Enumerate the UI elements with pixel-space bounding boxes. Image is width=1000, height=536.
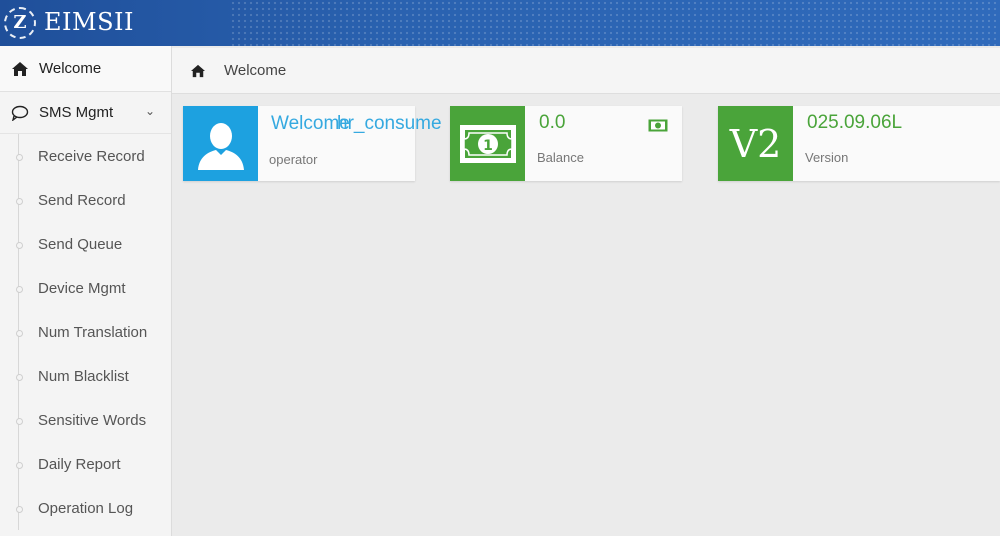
sidebar-item-label: Operation Log [38, 499, 134, 517]
sidebar-item-daily-report[interactable]: Daily Report [0, 442, 171, 486]
sidebar-item-send-record[interactable]: Send Record [0, 178, 171, 222]
version-caption: Version [805, 150, 849, 165]
header-world-pattern [230, 0, 1000, 46]
version-tile: V2 [718, 106, 793, 181]
sidebar-item-label: Device Mgmt [38, 279, 126, 297]
home-icon[interactable] [190, 62, 208, 80]
svg-text:1: 1 [483, 138, 493, 154]
sidebar-item-label: Send Queue [38, 235, 123, 253]
app-title: EIMSII [44, 8, 134, 36]
sidebar-item-label: Receive Record [38, 147, 145, 165]
chevron-down-icon: ⌄ [144, 104, 155, 118]
breadcrumb: Welcome [172, 48, 1000, 94]
sidebar-group-sms-mgmt[interactable]: SMS Mgmt ⌄ [0, 92, 171, 134]
balance-value: 0.0 [539, 112, 566, 133]
user-avatar-icon [183, 106, 258, 181]
app-logo-icon: Z [4, 7, 36, 39]
top-header: Z EIMSII [0, 0, 1000, 46]
sidebar-item-device-mgmt[interactable]: Device Mgmt [0, 266, 171, 310]
sidebar-item-label: Send Record [38, 191, 126, 209]
sidebar-group-label: SMS Mgmt [39, 104, 114, 121]
chat-icon [10, 103, 30, 123]
operator-caption: operator [269, 152, 318, 167]
breadcrumb-label: Welcome [224, 62, 287, 79]
balance-caption: Balance [537, 150, 584, 165]
version-card: V2 025.09.06L Version [718, 106, 1000, 181]
sidebar-item-operation-log[interactable]: Operation Log [0, 486, 171, 530]
home-icon [10, 59, 30, 79]
sidebar-item-label: Num Translation [38, 323, 148, 341]
sidebar-item-label: Num Blacklist [38, 367, 129, 385]
sidebar-item-num-blacklist[interactable]: Num Blacklist [0, 354, 171, 398]
money-icon: 1 [450, 106, 525, 181]
version-value: 025.09.06L [807, 112, 903, 133]
operator-name: hr_consume [337, 113, 442, 134]
sidebar: Welcome SMS Mgmt ⌄ Receive Record Send R… [0, 46, 172, 536]
sidebar-item-label: Sensitive Words [38, 411, 147, 429]
sidebar-item-num-translation[interactable]: Num Translation [0, 310, 171, 354]
sidebar-item-welcome[interactable]: Welcome [0, 46, 171, 92]
sidebar-item-sensitive-words[interactable]: Sensitive Words [0, 398, 171, 442]
operator-card: Welcome hr_consume operator [183, 106, 442, 181]
sms-submenu: Receive Record Send Record Send Queue De… [0, 134, 171, 530]
sidebar-item-send-queue[interactable]: Send Queue [0, 222, 171, 266]
sidebar-item-label: Daily Report [38, 455, 121, 473]
sidebar-item-receive-record[interactable]: Receive Record [0, 134, 171, 178]
sidebar-item-label: Welcome [39, 60, 102, 77]
money-small-icon [648, 119, 668, 137]
balance-card: 1 0.0 Balance [450, 106, 682, 181]
welcome-user-text: Welcome hr_consume [271, 113, 442, 135]
